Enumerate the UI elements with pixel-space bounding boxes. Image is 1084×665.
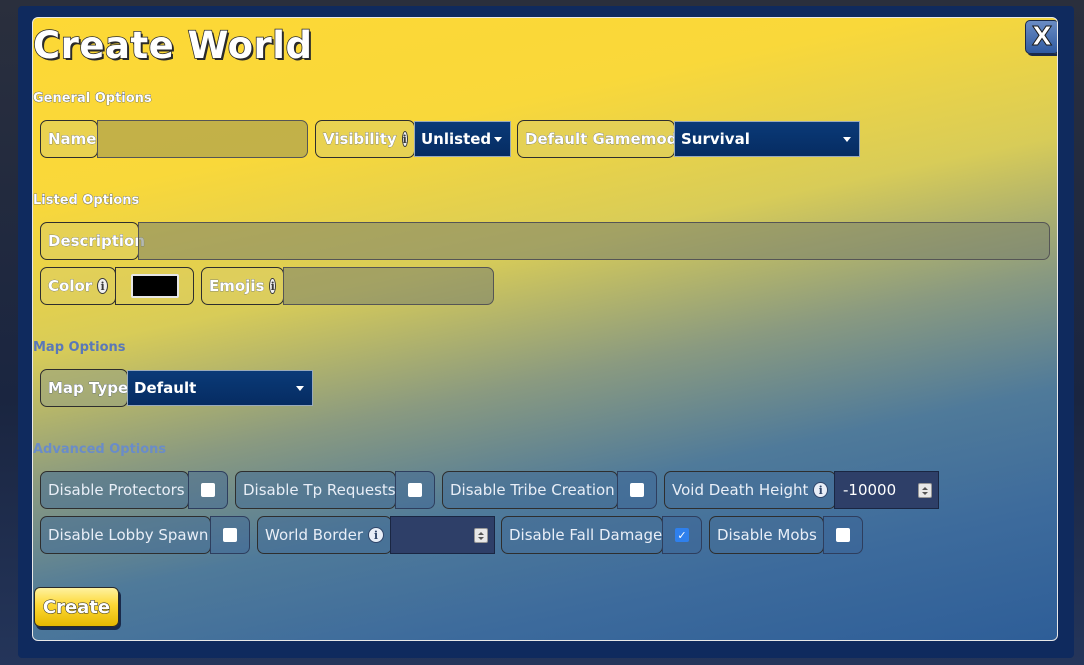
map-type-select[interactable]: Default [127,370,313,406]
dialog-title: Create World [33,23,313,68]
listed-options-header: Listed Options [33,193,140,209]
spinner-icon[interactable] [474,528,488,543]
info-icon[interactable]: i [401,131,408,147]
disable-protectors-label: Disable Protectors [40,471,189,509]
disable-tribe-creation-checkbox[interactable] [617,471,657,509]
color-swatch [130,274,179,298]
disable-tp-requests-checkbox[interactable] [395,471,435,509]
world-border-label: World Border i [257,516,392,554]
disable-mobs-label-text: Disable Mobs [717,526,817,544]
disable-tribe-creation-label: Disable Tribe Creation [442,471,618,509]
info-icon[interactable]: i [269,278,276,294]
info-icon[interactable]: i [813,482,828,498]
caret-down-icon [843,137,851,142]
create-button-label: Create [42,596,111,618]
default-gamemode-label-text: Default Gamemode [525,130,688,149]
description-label-text: Description [48,232,146,251]
void-death-height-label: Void Death Height i [664,471,836,509]
name-label-text: Name [48,130,97,149]
color-picker[interactable] [115,267,194,305]
close-icon: X [1031,22,1053,52]
disable-tp-requests-label: Disable Tp Requests [235,471,396,509]
disable-lobby-spawn-label: Disable Lobby Spawn [40,516,211,554]
general-options-header: General Options [33,91,152,107]
gamemode-select[interactable]: Survival [674,121,860,157]
disable-mobs-label: Disable Mobs [709,516,824,554]
disable-lobby-spawn-label-text: Disable Lobby Spawn [48,526,209,544]
map-type-label-text: Map Type [48,379,129,398]
name-label: Name [40,120,98,158]
checkbox-unchecked [630,483,644,497]
info-icon[interactable]: i [368,527,384,543]
void-death-height-label-text: Void Death Height [672,481,809,499]
checkbox-unchecked [408,483,422,497]
description-input[interactable] [138,222,1050,260]
color-label: Color i [40,267,116,305]
gamemode-value: Survival [681,130,750,148]
emojis-label: Emojis i [201,267,284,305]
void-death-height-input[interactable]: -10000 [834,471,939,509]
void-death-height-value: -10000 [843,481,897,499]
description-label: Description [40,222,145,260]
disable-fall-damage-label: Disable Fall Damage [501,516,663,554]
disable-protectors-label-text: Disable Protectors [48,481,185,499]
checkbox-unchecked [223,528,237,542]
disable-tribe-creation-label-text: Disable Tribe Creation [450,481,615,499]
visibility-label: Visibility i [315,120,415,158]
disable-fall-damage-checkbox[interactable]: ✓ [662,516,702,554]
default-gamemode-label: Default Gamemode [517,120,688,158]
close-button[interactable]: X [1025,20,1057,54]
checkbox-unchecked [836,528,850,542]
create-world-dialog: Create World X General Options Name Visi… [32,17,1058,641]
caret-down-icon [494,137,502,142]
visibility-value: Unlisted [421,130,492,148]
create-button[interactable]: Create [34,587,119,627]
checkbox-unchecked [201,483,215,497]
visibility-label-text: Visibility [323,130,397,149]
map-type-label: Map Type [40,369,128,407]
advanced-options-header: Advanced Options [33,442,167,457]
name-input[interactable] [97,120,308,158]
caret-down-icon [296,386,304,391]
world-border-label-text: World Border [265,526,364,544]
emojis-label-text: Emojis [209,277,265,296]
map-type-value: Default [134,379,197,397]
world-border-input[interactable] [390,516,495,554]
info-icon[interactable]: i [97,278,108,294]
disable-fall-damage-label-text: Disable Fall Damage [509,526,663,544]
disable-lobby-spawn-checkbox[interactable] [210,516,250,554]
checkmark-icon: ✓ [675,528,689,542]
visibility-select[interactable]: Unlisted [414,121,511,157]
spinner-icon[interactable] [918,483,932,498]
disable-protectors-checkbox[interactable] [188,471,228,509]
disable-tp-requests-label-text: Disable Tp Requests [243,481,396,499]
map-options-header: Map Options [33,340,126,355]
emojis-input[interactable] [283,267,494,305]
color-label-text: Color [48,277,93,296]
disable-mobs-checkbox[interactable] [823,516,863,554]
